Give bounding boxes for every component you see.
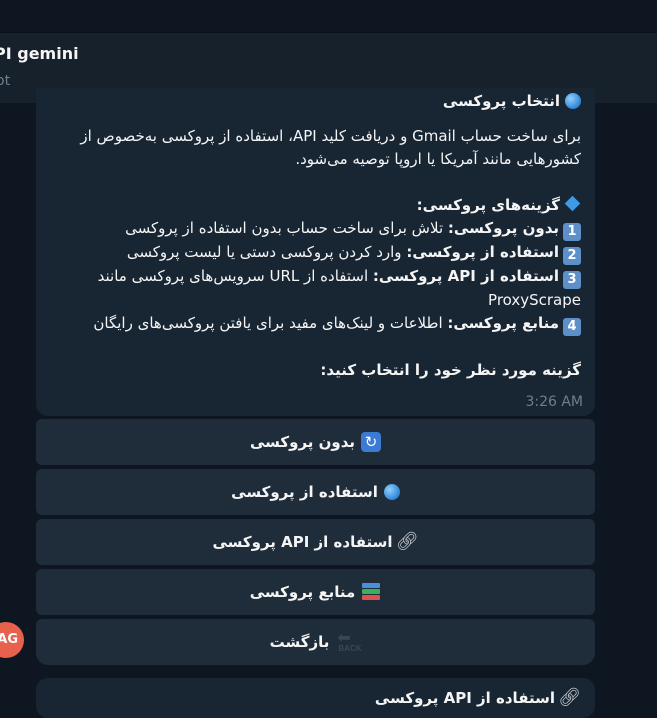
books-icon — [361, 583, 381, 601]
proxy-sources-button[interactable]: منابع پروکسی — [36, 569, 595, 615]
option-2: 2استفاده از پروکسی: وارد کردن پروکسی دست… — [58, 241, 581, 265]
message-body: انتخاب پروکسی برای ساخت حساب Gmail و دری… — [58, 88, 581, 382]
next-message-text: 🔗︎استفاده از API پروکسی — [375, 688, 581, 708]
message-heading: انتخاب پروکسی — [442, 92, 560, 110]
keycap-3-icon: 3 — [563, 271, 581, 289]
link-icon: 🔗︎ — [395, 531, 419, 552]
message-heading-line: انتخاب پروکسی — [58, 90, 581, 113]
blue-diamond-icon — [564, 195, 581, 212]
button-label: استفاده از API پروکسی — [212, 533, 393, 551]
globe-icon — [565, 93, 581, 109]
button-label: بازگشت — [269, 633, 330, 651]
bot-message: انتخاب پروکسی برای ساخت حساب Gmail و دری… — [36, 88, 595, 416]
intro-line-2: کشورهایی مانند آمریکا یا اروپا توصیه می‌… — [295, 150, 581, 168]
globe-icon — [383, 484, 400, 500]
refresh-icon: ↻ — [361, 432, 382, 452]
back-icon: ⬅︎ BACK — [337, 628, 362, 654]
keycap-2-icon: 2 — [563, 247, 581, 265]
button-label: بدون پروکسی — [249, 433, 356, 451]
option-desc: تلاش برای ساخت حساب بدون استفاده از پروک… — [125, 219, 444, 237]
option-1: 1بدون پروکسی: تلاش برای ساخت حساب بدون ا… — [58, 217, 581, 241]
intro-line-1: برای ساخت حساب Gmail و دریافت کلید API، … — [80, 127, 581, 145]
chat-subtitle: ot — [0, 73, 11, 89]
options-title: گزینه‌های پروکسی: — [416, 196, 560, 214]
next-message-label: استفاده از API پروکسی — [374, 689, 555, 707]
button-label: استفاده از پروکسی — [231, 483, 378, 501]
chat-title: PI gemini — [0, 44, 79, 63]
link-icon: 🔗︎ — [558, 687, 581, 708]
message-prompt: گزینه مورد نظر خود را انتخاب کنید: — [320, 361, 581, 379]
option-desc: استفاده از URL سرویس‌های پروکسی مانند — [97, 267, 369, 285]
back-button[interactable]: ⬅︎ BACK بازگشت — [36, 619, 595, 665]
option-label: استفاده از API پروکسی: — [372, 267, 559, 285]
button-label: منابع پروکسی — [249, 583, 356, 601]
option-desc: وارد کردن پروکسی دستی یا لیست پروکسی — [126, 243, 402, 261]
option-label: استفاده از پروکسی: — [406, 243, 559, 261]
option-label: منابع پروکسی: — [447, 314, 559, 332]
options-title-line: گزینه‌های پروکسی: — [58, 194, 581, 217]
option-label: بدون پروکسی: — [447, 219, 559, 237]
option-4: 4منابع پروکسی: اطلاعات و لینک‌های مفید ب… — [58, 312, 581, 336]
avatar[interactable]: AG — [0, 622, 24, 658]
message-time: 3:26 AM — [525, 394, 583, 410]
option-3-continued: ProxyScrape — [488, 291, 581, 309]
window-top-strip — [0, 0, 657, 32]
use-proxy-button[interactable]: استفاده از پروکسی — [36, 469, 595, 515]
option-desc: اطلاعات و لینک‌های مفید برای یافتن پروکس… — [93, 314, 443, 332]
no-proxy-button[interactable]: ↻ بدون پروکسی — [36, 419, 595, 465]
next-message: 🔗︎استفاده از API پروکسی — [36, 678, 595, 718]
keycap-4-icon: 4 — [563, 318, 581, 336]
use-api-proxy-button[interactable]: 🔗︎ استفاده از API پروکسی — [36, 519, 595, 565]
option-3: 3استفاده از API پروکسی: استفاده از URL س… — [58, 265, 581, 289]
keycap-1-icon: 1 — [563, 223, 581, 241]
